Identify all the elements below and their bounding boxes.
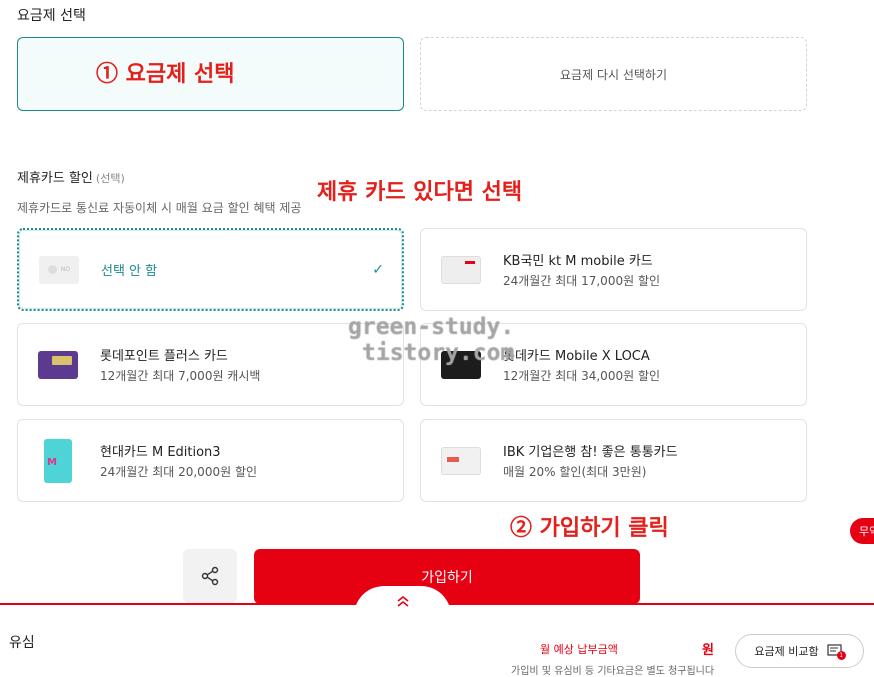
no-circle-icon bbox=[47, 265, 57, 274]
watermark: green-study. tistory.com bbox=[348, 314, 514, 366]
reselect-plan-label: 요금제 다시 선택하기 bbox=[560, 67, 667, 82]
payment-note: 가입비 및 유심비 등 기타요금은 별도 청구됩니다 bbox=[511, 666, 715, 677]
card-logo-mark bbox=[447, 456, 459, 462]
side-badge-label: 무약 bbox=[859, 525, 874, 538]
card-desc: 12개월간 최대 7,000원 캐시백 bbox=[100, 369, 261, 383]
partner-card-optional: (선택) bbox=[95, 172, 125, 185]
monthly-payment-label: 월 예상 납부금액 bbox=[540, 643, 618, 656]
card-name: 롯데카드 Mobile X LOCA bbox=[503, 349, 650, 364]
reselect-plan-button[interactable]: 요금제 다시 선택하기 bbox=[420, 37, 807, 111]
compare-count-badge: 1 bbox=[836, 651, 846, 660]
card-option-none[interactable]: NO 선택 안 함 ✓ bbox=[17, 228, 404, 311]
lotte-point-card-thumb bbox=[38, 350, 78, 379]
side-floating-badge[interactable]: 무약 bbox=[850, 518, 874, 544]
double-chevron-up-icon bbox=[397, 595, 408, 607]
share-icon bbox=[201, 566, 219, 586]
ibk-card-thumb bbox=[441, 446, 481, 475]
card-option-lotte-point[interactable]: 롯데포인트 플러스 카드 12개월간 최대 7,000원 캐시백 bbox=[17, 323, 404, 406]
card-texts: 현대카드 M Edition3 24개월간 최대 20,000원 할인 bbox=[100, 441, 257, 480]
card-texts: 롯데포인트 플러스 카드 12개월간 최대 7,000원 캐시백 bbox=[100, 345, 260, 384]
card-texts: KB국민 kt M mobile 카드 24개월간 최대 17,000원 할인 bbox=[503, 250, 660, 289]
card-desc: 24개월간 최대 17,000원 할인 bbox=[503, 274, 661, 288]
hyundai-card-thumb: M bbox=[44, 438, 72, 483]
card-option-kb[interactable]: KB국민 kt M mobile 카드 24개월간 최대 17,000원 할인 bbox=[420, 228, 807, 311]
watermark-line-2: tistory.com bbox=[362, 340, 515, 366]
no-card-icon: NO bbox=[39, 255, 79, 284]
no-card-tag: NO bbox=[60, 266, 71, 273]
card-name: 선택 안 함 bbox=[101, 264, 158, 279]
partner-card-subtitle: 제휴카드로 통신료 자동이체 시 매월 요금 할인 혜택 제공 bbox=[17, 201, 302, 215]
partner-card-title: 제휴카드 할인 (선택) bbox=[17, 167, 125, 186]
card-logo-mark bbox=[465, 260, 475, 264]
card-name: KB국민 kt M mobile 카드 bbox=[503, 254, 653, 269]
card-desc: 24개월간 최대 20,000원 할인 bbox=[100, 465, 258, 479]
expand-summary-button[interactable] bbox=[354, 586, 451, 616]
card-name: IBK 기업은행 참! 좋은 통통카드 bbox=[503, 445, 678, 460]
compare-list-icon: 1 bbox=[827, 644, 846, 660]
payment-currency: 원 bbox=[702, 643, 714, 658]
annotation-step2: ② 가입하기 클릭 bbox=[510, 515, 669, 541]
join-button-label: 가입하기 bbox=[421, 569, 473, 586]
plan-section-title: 요금제 선택 bbox=[17, 8, 86, 24]
card-name: 현대카드 M Edition3 bbox=[100, 445, 221, 460]
card-desc: 매월 20% 할인(최대 3만원) bbox=[503, 465, 647, 479]
card-texts: IBK 기업은행 참! 좋은 통통카드 매월 20% 할인(최대 3만원) bbox=[503, 441, 678, 480]
join-button[interactable]: 가입하기 bbox=[254, 549, 640, 604]
card-option-hyundai[interactable]: M 현대카드 M Edition3 24개월간 최대 20,000원 할인 bbox=[17, 419, 404, 502]
page: 요금제 선택 요금제 다시 선택하기 ① 요금제 선택 제휴카드 할인 (선택) … bbox=[0, 0, 874, 677]
annotation-card-hint: 제휴 카드 있다면 선택 bbox=[317, 179, 523, 205]
watermark-line-1: green-study. bbox=[348, 314, 515, 340]
card-logo-mark bbox=[52, 355, 72, 365]
card-texts: 롯데카드 Mobile X LOCA 12개월간 최대 34,000원 할인 bbox=[503, 345, 660, 384]
card-name: 롯데포인트 플러스 카드 bbox=[100, 349, 228, 364]
check-icon: ✓ bbox=[372, 262, 384, 278]
card-desc: 12개월간 최대 34,000원 할인 bbox=[503, 369, 661, 383]
usim-label: 유심 bbox=[9, 635, 35, 651]
card-texts: 선택 안 함 bbox=[101, 260, 157, 279]
compare-button-label: 요금제 비교함 bbox=[754, 645, 819, 658]
plan-compare-button[interactable]: 요금제 비교함 1 bbox=[735, 634, 864, 668]
card-logo-mark: M bbox=[47, 456, 57, 468]
kb-card-thumb bbox=[441, 255, 481, 284]
partner-card-title-text: 제휴카드 할인 bbox=[17, 171, 93, 186]
share-button[interactable] bbox=[183, 549, 237, 603]
annotation-step1: ① 요금제 선택 bbox=[96, 61, 235, 87]
card-option-ibk[interactable]: IBK 기업은행 참! 좋은 통통카드 매월 20% 할인(최대 3만원) bbox=[420, 419, 807, 502]
